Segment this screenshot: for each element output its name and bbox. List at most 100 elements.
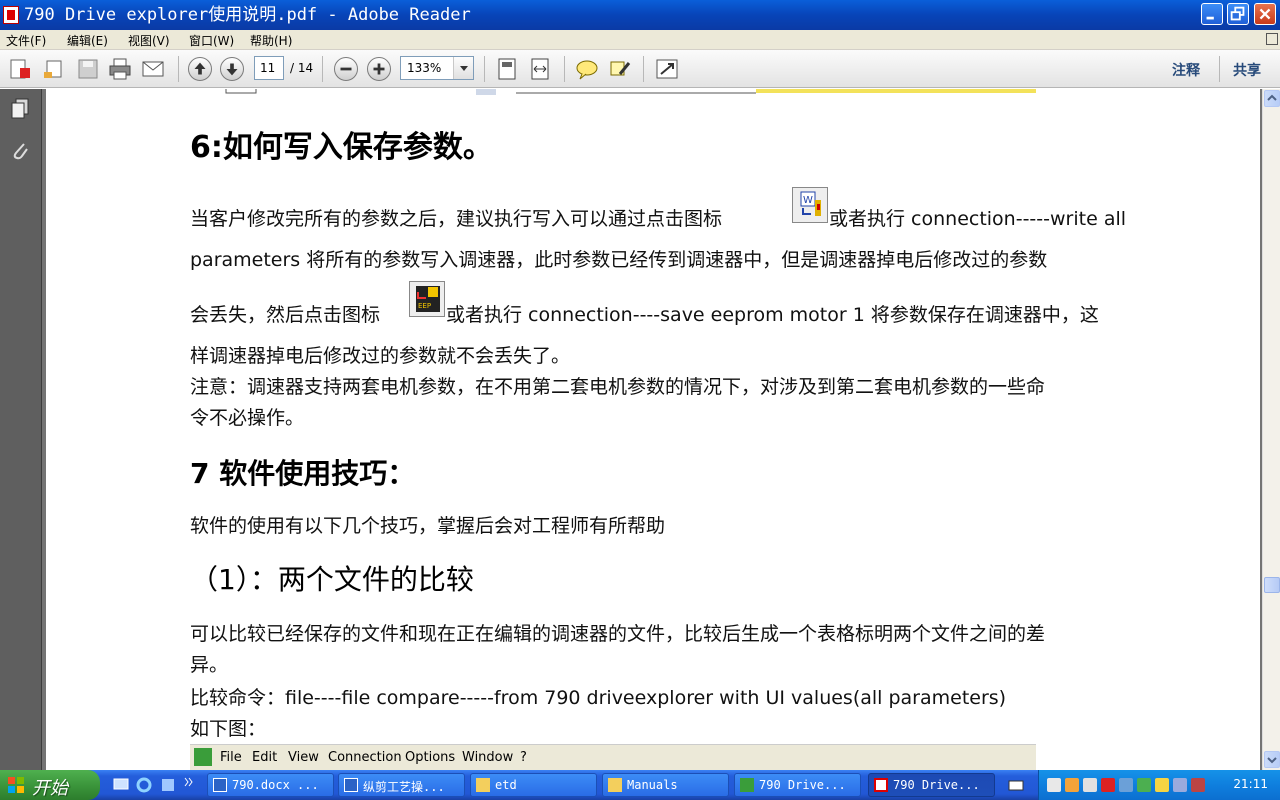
fit-width-icon[interactable]	[528, 58, 552, 80]
title-bar: 790 Drive explorer使用说明.pdf - Adobe Reade…	[0, 0, 1280, 30]
email-icon[interactable]	[141, 58, 165, 80]
embedded-menu-help: ?	[520, 750, 527, 765]
taskbar-item-label: Manuals	[627, 778, 678, 792]
toolbar-separator	[322, 56, 323, 82]
app-logo-icon	[194, 748, 212, 766]
menu-help[interactable]: 帮助(H)	[250, 32, 292, 49]
eeprom-icon-label: EEP	[418, 302, 431, 310]
chevron-down-icon[interactable]	[453, 57, 473, 79]
folder-icon	[476, 778, 490, 792]
full-screen-icon[interactable]	[655, 58, 679, 80]
window-title: 790 Drive explorer使用说明.pdf - Adobe Reade…	[24, 5, 471, 25]
next-page-button[interactable]	[220, 57, 244, 81]
paragraph: 软件的使用有以下几个技巧，掌握后会对工程师有所帮助	[190, 515, 666, 537]
zoom-select[interactable]: 133%	[400, 56, 474, 80]
paragraph-line: 可以比较已经保存的文件和现在正在编辑的调速器的文件，比较后生成一个表格标明两个文…	[190, 623, 1046, 645]
taskbar-item-label: 790 Drive...	[893, 778, 980, 792]
paragraph-line: 样调速器掉电后修改过的参数就不会丢失了。	[190, 345, 571, 367]
keyboard-icon[interactable]	[1008, 777, 1024, 793]
minus-icon	[340, 67, 352, 71]
toolbar-separator	[643, 56, 644, 82]
paragraph-line: 当客户修改完所有的参数之后，建议执行写入可以通过点击图标	[190, 208, 723, 230]
toolbar-separator	[178, 56, 179, 82]
menu-bar: 文件(F) 编辑(E) 视图(V) 窗口(W) 帮助(H)	[0, 30, 1280, 50]
page-total: / 14	[290, 61, 314, 75]
taskbar-item-active[interactable]: 790 Drive...	[868, 773, 995, 797]
tray-app-icon[interactable]	[1119, 778, 1133, 792]
tray-app-icon[interactable]	[1065, 778, 1079, 792]
start-label: 开始	[32, 778, 68, 799]
menu-edit[interactable]: 编辑(E)	[67, 32, 108, 49]
paragraph-line: 会丢失，然后点击图标	[190, 304, 381, 326]
highlight-icon[interactable]	[608, 58, 632, 80]
minimize-button[interactable]	[1201, 3, 1223, 25]
menu-file[interactable]: 文件(F)	[6, 32, 46, 49]
pages-icon[interactable]	[10, 97, 30, 119]
save-icon[interactable]	[76, 58, 100, 80]
embedded-menu-file: File	[220, 750, 242, 765]
annotate-button[interactable]: 注释	[1172, 60, 1200, 80]
restore-button[interactable]	[1227, 3, 1249, 25]
taskbar-item[interactable]: Manuals	[602, 773, 729, 797]
paragraph-line: 异。	[190, 654, 229, 676]
attachment-icon[interactable]	[10, 139, 30, 161]
quick-launch-app-icon[interactable]	[160, 777, 176, 793]
volume-icon[interactable]	[1173, 778, 1187, 792]
embedded-menu-window: Window	[462, 750, 514, 765]
open-icon[interactable]	[42, 58, 66, 80]
taskbar-item[interactable]: etd	[470, 773, 597, 797]
arrow-down-icon	[226, 63, 238, 76]
document-restore-icon[interactable]	[1266, 33, 1278, 45]
tray-app-icon[interactable]	[1083, 778, 1097, 792]
scroll-up-button[interactable]	[1264, 90, 1280, 107]
plus-icon	[373, 63, 385, 75]
network-icon[interactable]	[1047, 778, 1061, 792]
minimize-icon	[1206, 16, 1214, 20]
menu-window[interactable]: 窗口(W)	[189, 32, 234, 49]
quick-launch-expand-icon[interactable]	[184, 774, 194, 790]
taskbar-item-label: etd	[495, 778, 517, 792]
taskbar-item-label: 纵剪工艺操...	[363, 780, 445, 794]
antivirus-icon[interactable]	[1101, 778, 1115, 792]
tray-app-icon[interactable]	[1137, 778, 1151, 792]
subheading-compare: （1）：两个文件的比较	[190, 563, 474, 596]
note-line: 令不必操作。	[190, 407, 305, 429]
scroll-down-button[interactable]	[1264, 751, 1280, 768]
previous-content-remnant	[225, 89, 1036, 95]
taskbar-item[interactable]: 790 Drive...	[734, 773, 861, 797]
heading-6: 6:如何写入保存参数。	[190, 130, 493, 165]
tray-app-icon[interactable]	[1155, 778, 1169, 792]
page-number-input[interactable]: 11	[254, 56, 284, 80]
taskbar-item[interactable]: 790.docx ...	[207, 773, 334, 797]
security-shield-icon[interactable]	[1191, 778, 1205, 792]
embedded-menu-edit: Edit	[252, 750, 278, 765]
scroll-thumb[interactable]	[1264, 577, 1280, 593]
arrow-up-icon	[194, 62, 206, 75]
previous-page-button[interactable]	[188, 57, 212, 81]
close-button[interactable]	[1254, 3, 1276, 25]
toolbar-separator	[1219, 56, 1220, 82]
internet-explorer-icon[interactable]	[136, 777, 152, 793]
taskbar-item[interactable]: 纵剪工艺操...	[338, 773, 465, 797]
embedded-app-menu-screenshot: File Edit View Connection Options Window…	[190, 744, 1036, 770]
menu-view[interactable]: 视图(V)	[128, 32, 170, 49]
start-button[interactable]: 开始	[0, 770, 100, 800]
print-icon[interactable]	[108, 58, 132, 80]
show-desktop-icon[interactable]	[113, 777, 129, 793]
zoom-out-button[interactable]	[334, 57, 358, 81]
taskbar: 开始 790.docx ... 纵剪工艺操... etd Manuals 790…	[0, 770, 1280, 800]
toolbar-separator	[484, 56, 485, 82]
zoom-in-button[interactable]	[367, 57, 391, 81]
pdf-icon	[874, 778, 888, 792]
vertical-scrollbar[interactable]	[1262, 89, 1280, 770]
comment-icon[interactable]	[575, 58, 599, 80]
taskbar-item-label: 790 Drive...	[759, 778, 846, 792]
fit-page-icon[interactable]	[495, 58, 519, 80]
chevron-up-icon	[1267, 94, 1277, 101]
pdf-page: 6:如何写入保存参数。 当客户修改完所有的参数之后，建议执行写入可以通过点击图标…	[46, 89, 1260, 770]
create-pdf-icon[interactable]	[8, 58, 32, 80]
write-icon-label: W	[803, 195, 813, 206]
eeprom-icon: EEP	[416, 286, 440, 312]
share-button[interactable]: 共享	[1233, 60, 1261, 80]
embedded-menu-options: Options	[405, 750, 456, 765]
